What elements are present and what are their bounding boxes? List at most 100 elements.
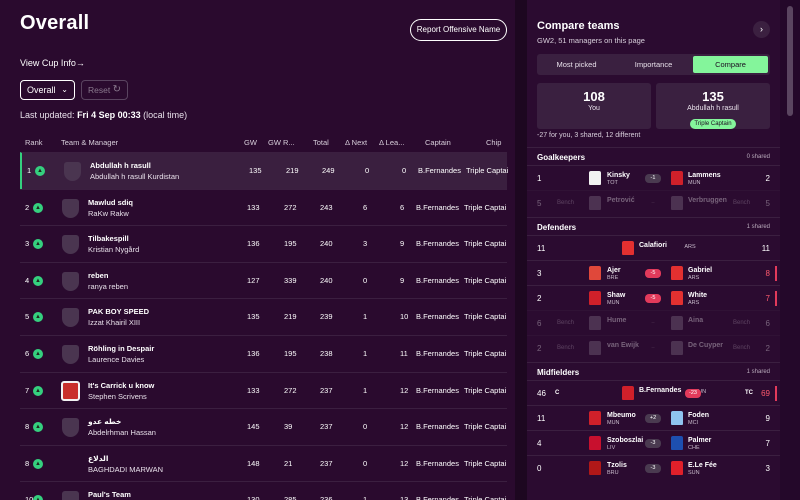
table-row[interactable]: 7 ▲ It's Carrick u know Stephen Scrivens 133… <box>20 371 507 409</box>
gw-rank: 195 <box>284 348 297 358</box>
player-name: Shaw <box>607 292 626 299</box>
chevron-right-icon[interactable]: › <box>753 21 770 38</box>
right-points: 6 <box>765 319 770 328</box>
table-row[interactable]: 1 ▲ Abdullah h rasull Abdullah h rasull Kur… <box>20 152 508 189</box>
diff-indicator <box>775 266 777 281</box>
chip: Triple Captai <box>464 275 507 285</box>
right-points: 3 <box>765 464 770 473</box>
compare-row[interactable]: 3 Ajer BRE -5 Gabriel ARS 8 <box>527 260 780 285</box>
compare-row[interactable]: 1 Kinsky TOT -1 Lammens MUN 2 <box>527 165 780 190</box>
player-name: Hume <box>607 317 627 324</box>
col-team-manager[interactable]: Team & Manager <box>61 138 118 147</box>
table-row[interactable]: 10▲ Paul's Team 130 285 236 1 13 B.Fernandes Tri… <box>20 481 507 500</box>
manager-name: Laurence Davies <box>88 354 145 364</box>
team-manager[interactable]: Röhling in Despair Laurence Davies <box>88 343 154 365</box>
col-rank[interactable]: Rank <box>25 138 43 147</box>
delta-leader: 12 <box>400 422 409 432</box>
league-filter-select[interactable]: Overall ⌄ <box>20 80 75 100</box>
compare-row[interactable]: 4 Szoboszlai LIV -3 Palmer CHE 7 <box>527 430 780 455</box>
rank-up-icon: ▲ <box>33 202 43 213</box>
table-row[interactable]: 3 ▲ Tilbakespill Kristian Nygård 136 195 240 3 9… <box>20 225 507 262</box>
table-row[interactable]: 8 ▲ الدلاع BAGHDADI MARWAN 148 21 237 0 12 B.Fern… <box>20 444 507 482</box>
table-row[interactable]: 2 ▲ Mawlud sdiq RaKw Rakw 133 272 243 6 6 B.Ferna… <box>20 188 507 226</box>
rank-up-icon: ▲ <box>33 348 43 359</box>
compare-row[interactable]: 2 Bench Bench van Ewijk – De Cuyper 2 <box>527 335 780 360</box>
team-manager[interactable]: Tilbakespill Kristian Nygård <box>88 233 139 255</box>
col-chip[interactable]: Chip <box>486 138 501 147</box>
shirt-icon <box>589 316 601 330</box>
table-row[interactable]: 5 ▲ PAK BOY SPEED Izzat Khairil XIII 135 219 2… <box>20 298 507 335</box>
opponent-label: Abdullah h rasull <box>687 105 739 112</box>
report-offensive-name-button[interactable]: Report Offensive Name <box>410 19 507 41</box>
tab-compare[interactable]: Compare <box>693 56 768 73</box>
team-manager[interactable]: خطه عدو Abdelrhman Hassan <box>88 416 156 438</box>
captain: B.Fernandes <box>416 275 459 285</box>
player-name: Gabriel <box>688 267 713 274</box>
table-row[interactable]: 8 ▲ خطه عدو Abdelrhman Hassan 145 39 237 0 12 B.F… <box>20 408 507 445</box>
total-points: 239 <box>320 312 333 322</box>
scrollbar[interactable] <box>780 0 800 500</box>
compare-row[interactable]: 46CB.FernandesMUN-23TC69 <box>527 380 780 405</box>
captain: B.Fernandes <box>416 202 459 212</box>
captain: B.Fernandes <box>416 348 459 358</box>
section-shared: 0 shared <box>746 154 770 160</box>
gw-rank: 339 <box>284 275 297 285</box>
shirt-icon <box>671 266 683 280</box>
delta-next: 0 <box>363 275 368 285</box>
view-cup-info-link[interactable]: View Cup Info→ <box>20 58 85 68</box>
compare-row[interactable]: 6 Bench Bench Hume – Aina 6 <box>527 310 780 335</box>
section-shared: 1 shared <box>746 224 770 230</box>
table-row[interactable]: 4 ▲ reben ranya reben 127 339 240 0 9 B.Fernandes… <box>20 261 507 299</box>
shield-icon <box>62 418 79 438</box>
col-total[interactable]: Total <box>313 138 329 147</box>
gw-rank: 195 <box>284 239 297 249</box>
shirt-icon <box>671 436 683 450</box>
player-team: SUN <box>688 470 700 476</box>
player-name: White <box>688 292 708 299</box>
table-row[interactable]: 6 ▲ Röhling in Despair Laurence Davies 136 19… <box>20 334 507 372</box>
page-title: Overall <box>20 12 90 34</box>
gw-rank: 219 <box>284 312 297 322</box>
chip: Triple Captai <box>464 495 507 500</box>
rank-up-icon: ▲ <box>33 312 43 323</box>
total-points: 249 <box>322 166 335 175</box>
shirt-icon <box>622 241 634 255</box>
col-gw[interactable]: GW <box>244 138 257 147</box>
team-manager[interactable]: reben ranya reben <box>88 270 128 292</box>
team-manager[interactable]: It's Carrick u know Stephen Scrivens <box>88 380 154 402</box>
team-manager[interactable]: Paul's Team <box>88 489 131 500</box>
col-captain[interactable]: Captain <box>425 138 451 147</box>
scrollbar-thumb[interactable] <box>787 6 793 116</box>
player-team: BRU <box>607 470 619 476</box>
tab-importance[interactable]: Importance <box>616 56 691 73</box>
compare-row[interactable]: 5 Bench Bench Petrović – Verbruggen 5 <box>527 190 780 215</box>
compare-row[interactable]: 11 Mbeumo MUN +2 Foden MCI 9 <box>527 405 780 430</box>
manager-name: Stephen Scrivens <box>88 391 147 401</box>
compare-row[interactable]: 0 Tzolis BRU -3 E.Le Fée SUN 3 <box>527 455 780 480</box>
rank: 10 <box>25 495 34 500</box>
points-diff: -5 <box>645 294 661 303</box>
tab-most-picked[interactable]: Most picked <box>539 56 614 73</box>
compare-row[interactable]: 11 Calafiori ARS 11 <box>527 235 780 260</box>
diff-indicator <box>775 386 777 401</box>
section-title: Defenders <box>537 223 577 232</box>
total-points: 236 <box>320 495 333 500</box>
team-manager[interactable]: PAK BOY SPEED Izzat Khairil XIII <box>88 306 149 328</box>
reset-button[interactable]: Reset ↻ <box>81 80 128 100</box>
bench-label: Bench <box>733 345 751 351</box>
col-delta-next[interactable]: Δ Next <box>345 138 367 147</box>
delta-next: 1 <box>363 495 368 500</box>
manager-name: Kristian Nygård <box>88 245 140 255</box>
col-gw-rank[interactable]: GW R... <box>268 138 295 147</box>
delta-leader: 12 <box>400 458 409 468</box>
opponent-score: 135 <box>702 89 724 104</box>
opponent-score-box[interactable]: 135 Abdullah h rasull Triple Captain <box>656 83 770 129</box>
compare-row[interactable]: 2 Shaw MUN -5 White ARS 7 <box>527 285 780 310</box>
delta-leader: 10 <box>400 312 409 322</box>
col-delta-leader[interactable]: Δ Lea... <box>379 138 404 147</box>
team-manager[interactable]: Abdullah h rasull Abdullah h rasull Kurdi… <box>90 160 179 182</box>
shield-icon <box>62 198 79 218</box>
team-manager[interactable]: الدلاع BAGHDADI MARWAN <box>88 453 163 475</box>
team-manager[interactable]: Mawlud sdiq RaKw Rakw <box>88 197 133 219</box>
gw-rank: 285 <box>284 495 297 500</box>
